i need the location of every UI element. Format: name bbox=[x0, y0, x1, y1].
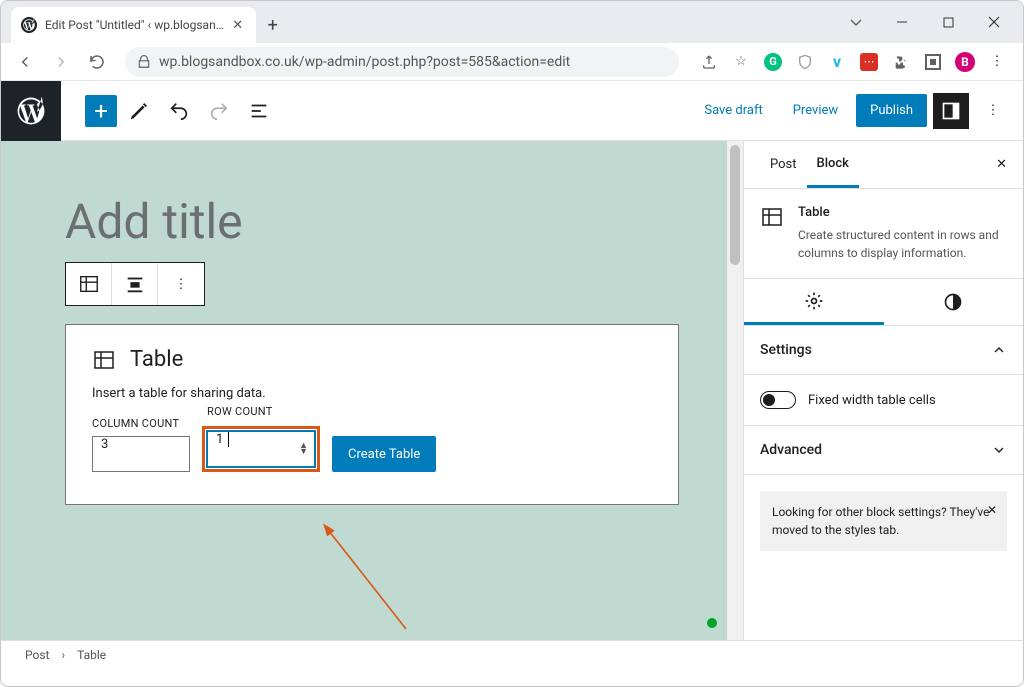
window-close-icon[interactable] bbox=[971, 6, 1017, 38]
browser-titlebar: Edit Post "Untitled" ‹ wp.blogsan… ✕ + bbox=[1, 1, 1023, 43]
window-dropdown-icon[interactable] bbox=[833, 6, 879, 38]
lock-icon bbox=[137, 55, 151, 69]
sidebar-close-icon[interactable]: ✕ bbox=[996, 157, 1007, 172]
redo-button bbox=[201, 93, 237, 129]
document-outline-icon[interactable] bbox=[241, 93, 277, 129]
breadcrumb-separator-icon: › bbox=[61, 648, 65, 662]
preview-button[interactable]: Preview bbox=[781, 95, 850, 126]
save-draft-button[interactable]: Save draft bbox=[692, 95, 774, 126]
url-bar[interactable]: wp.blogsandbox.co.uk/wp-admin/post.php?p… bbox=[125, 47, 679, 77]
tools-pencil-icon[interactable] bbox=[121, 93, 157, 129]
forward-button[interactable] bbox=[45, 46, 77, 78]
block-breadcrumb: Post › Table bbox=[1, 640, 1023, 668]
sidebar-block-description: Create structured content in rows and co… bbox=[798, 226, 1007, 262]
profile-avatar[interactable]: B bbox=[953, 50, 977, 74]
bookmark-star-icon[interactable]: ☆ bbox=[729, 50, 753, 74]
back-button[interactable] bbox=[9, 46, 41, 78]
editor-top-toolbar: + Save draft Preview Publish ⋮ bbox=[1, 81, 1023, 141]
editor-canvas[interactable]: Add title ⋮ Table Insert a table for s bbox=[1, 141, 743, 668]
window-minimize-icon[interactable] bbox=[879, 6, 925, 38]
fixed-width-toggle[interactable] bbox=[760, 391, 796, 409]
sidebar-block-icon bbox=[760, 205, 784, 262]
sidebar-block-name: Table bbox=[798, 205, 1007, 220]
block-options-icon[interactable]: ⋮ bbox=[158, 263, 204, 305]
number-spinner-icon[interactable]: ▲▼ bbox=[299, 443, 308, 455]
breadcrumb-root[interactable]: Post bbox=[25, 648, 49, 662]
styles-hint-notice: Looking for other block settings? They'v… bbox=[760, 491, 1007, 551]
advanced-panel-header[interactable]: Advanced bbox=[744, 426, 1023, 475]
table-block-description: Insert a table for sharing data. bbox=[92, 386, 652, 401]
extension-grammarly-icon[interactable]: G bbox=[761, 50, 785, 74]
dismiss-hint-icon[interactable]: ✕ bbox=[987, 501, 997, 519]
sidebar-subtab-settings[interactable] bbox=[744, 279, 884, 325]
extensions-puzzle-icon[interactable] bbox=[889, 50, 913, 74]
settings-sidebar: Post Block ✕ Table Create structured con… bbox=[743, 141, 1023, 668]
extension-vimeo-icon[interactable]: v bbox=[825, 50, 849, 74]
post-title-input[interactable]: Add title bbox=[65, 193, 679, 250]
browser-menu-icon[interactable]: ⋮ bbox=[985, 50, 1009, 74]
sidebar-tab-block[interactable]: Block bbox=[807, 142, 859, 188]
browser-tab[interactable]: Edit Post "Untitled" ‹ wp.blogsan… ✕ bbox=[11, 7, 256, 43]
column-count-label: COLUMN COUNT bbox=[92, 417, 190, 430]
options-menu-icon[interactable]: ⋮ bbox=[975, 93, 1011, 129]
canvas-scrollbar[interactable] bbox=[727, 141, 743, 668]
grammarly-indicator-icon[interactable] bbox=[707, 618, 717, 628]
table-icon bbox=[92, 348, 116, 372]
breadcrumb-current[interactable]: Table bbox=[77, 648, 106, 662]
annotation-highlight: ROW COUNT 1 ▲▼ bbox=[202, 426, 320, 472]
window-maximize-icon[interactable] bbox=[925, 6, 971, 38]
undo-button[interactable] bbox=[161, 93, 197, 129]
extension-red-icon[interactable]: ⋯ bbox=[857, 50, 881, 74]
browser-address-bar: wp.blogsandbox.co.uk/wp-admin/post.php?p… bbox=[1, 43, 1023, 81]
reload-button[interactable] bbox=[81, 46, 113, 78]
column-count-input[interactable]: 3 bbox=[92, 436, 190, 472]
wordpress-logo[interactable] bbox=[1, 81, 61, 141]
share-icon[interactable] bbox=[697, 50, 721, 74]
create-table-button[interactable]: Create Table bbox=[332, 436, 436, 472]
table-placeholder-block: Table Insert a table for sharing data. C… bbox=[65, 324, 679, 505]
align-icon[interactable] bbox=[112, 263, 158, 305]
new-tab-button[interactable]: + bbox=[256, 1, 290, 43]
publish-button[interactable]: Publish bbox=[856, 94, 927, 127]
fixed-width-label: Fixed width table cells bbox=[808, 393, 936, 408]
url-text: wp.blogsandbox.co.uk/wp-admin/post.php?p… bbox=[159, 54, 570, 70]
sidebar-subtab-styles[interactable] bbox=[884, 279, 1024, 325]
block-type-icon[interactable] bbox=[66, 263, 112, 305]
add-block-button[interactable]: + bbox=[85, 95, 117, 127]
row-count-input[interactable]: 1 ▲▼ bbox=[207, 431, 315, 467]
sidebar-tab-post[interactable]: Post bbox=[760, 143, 807, 186]
settings-panel-header[interactable]: Settings bbox=[744, 326, 1023, 375]
chevron-down-icon bbox=[991, 442, 1007, 458]
wordpress-favicon bbox=[21, 17, 37, 33]
extension-shield-icon[interactable] bbox=[793, 50, 817, 74]
tab-close-icon[interactable]: ✕ bbox=[230, 17, 246, 33]
table-block-heading: Table bbox=[130, 347, 183, 372]
chevron-up-icon bbox=[991, 342, 1007, 358]
tab-title: Edit Post "Untitled" ‹ wp.blogsan… bbox=[45, 18, 224, 32]
extension-box-icon[interactable] bbox=[921, 50, 945, 74]
settings-sidebar-toggle[interactable] bbox=[933, 93, 969, 129]
row-count-label: ROW COUNT bbox=[207, 405, 273, 418]
block-toolbar: ⋮ bbox=[65, 262, 205, 306]
